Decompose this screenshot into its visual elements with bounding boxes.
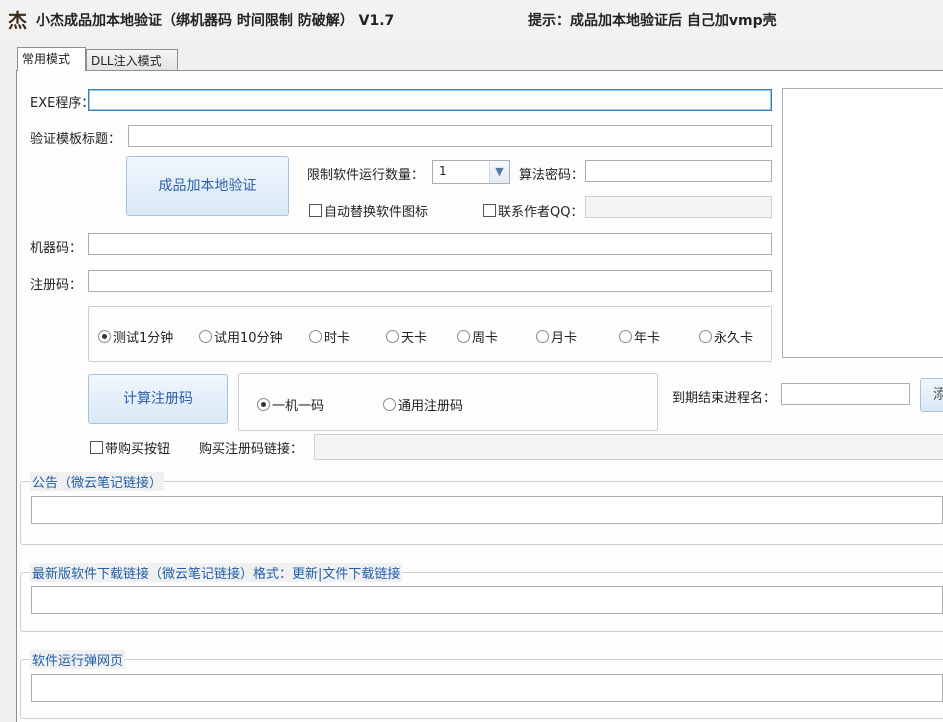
- radio-dot[interactable]: [386, 330, 399, 343]
- radio-label: 通用注册码: [398, 399, 464, 414]
- contact-qq-checkbox-label: 联系作者QQ：: [498, 205, 584, 220]
- radio-universal-code[interactable]: 通用注册码: [383, 395, 463, 414]
- purchase-link-field[interactable]: [314, 434, 943, 460]
- template-title-field[interactable]: [128, 125, 772, 147]
- chevron-down-icon[interactable]: ▼: [489, 161, 509, 183]
- popup-group-title: 软件运行弹网页: [30, 650, 126, 669]
- run-limit-label: 限制软件运行数量：: [307, 168, 425, 183]
- auto-icon-checkbox-box[interactable]: [309, 204, 322, 217]
- hint-text: 提示：成品加本地验证后 自己加vmp壳: [528, 13, 777, 29]
- calc-reg-code-button[interactable]: 计算注册码: [88, 374, 228, 424]
- radio-one-machine-one-code[interactable]: 一机一码: [257, 395, 324, 414]
- algo-password-field[interactable]: [585, 160, 772, 182]
- tab-dll-inject-mode[interactable]: DLL注入模式: [86, 49, 178, 70]
- machine-code-label: 机器码：: [30, 241, 83, 256]
- run-limit-select[interactable]: 1 ▼: [432, 160, 510, 184]
- radio-dot[interactable]: [98, 330, 111, 343]
- auto-icon-checkbox[interactable]: 自动替换软件图标: [309, 201, 428, 220]
- app-icon: 杰: [8, 10, 28, 32]
- template-title-label: 验证模板标题：: [30, 132, 122, 147]
- popup-url-field[interactable]: [31, 674, 943, 702]
- download-group-title: 最新版软件下载链接（微云笔记链接）格式：更新|文件下载链接: [30, 563, 403, 582]
- exe-label: EXE程序：: [30, 96, 95, 111]
- radio-label: 天卡: [401, 331, 428, 346]
- radio-dot[interactable]: [309, 330, 322, 343]
- verify-button[interactable]: 成品加本地验证: [126, 156, 289, 216]
- add-button[interactable]: 添: [920, 378, 943, 412]
- algo-password-label: 算法密码：: [519, 168, 585, 183]
- reg-code-field[interactable]: [88, 270, 772, 292]
- radio-label: 时卡: [324, 331, 351, 346]
- contact-qq-checkbox[interactable]: 联系作者QQ：: [483, 201, 583, 220]
- preview-pane: [782, 88, 943, 358]
- radio-label: 永久卡: [714, 331, 754, 346]
- auto-icon-checkbox-label: 自动替换软件图标: [324, 205, 429, 220]
- reg-code-label: 注册码：: [30, 278, 83, 293]
- run-limit-value: 1: [439, 164, 447, 178]
- download-link-field[interactable]: [31, 586, 943, 614]
- radio-month-card[interactable]: 月卡: [536, 327, 577, 346]
- notice-group-title: 公告（微云笔记链接）: [30, 472, 165, 491]
- radio-week-card[interactable]: 周卡: [457, 327, 498, 346]
- radio-test-1min[interactable]: 测试1分钟: [98, 327, 173, 346]
- radio-dot[interactable]: [257, 398, 270, 411]
- title-bar: 杰 小杰成品加本地验证（绑机器码 时间限制 防破解） V1.7 提示：成品加本地…: [0, 0, 943, 40]
- radio-label: 测试1分钟: [113, 331, 174, 346]
- expire-process-label: 到期结束进程名：: [672, 391, 777, 406]
- radio-dot[interactable]: [619, 330, 632, 343]
- radio-dot[interactable]: [199, 330, 212, 343]
- tab-common-mode[interactable]: 常用模式: [17, 47, 86, 71]
- duration-group: [88, 306, 772, 362]
- expire-process-field[interactable]: [781, 383, 910, 405]
- radio-dot[interactable]: [383, 398, 396, 411]
- radio-trial-10min[interactable]: 试用10分钟: [199, 327, 283, 346]
- notice-link-field[interactable]: [31, 496, 943, 524]
- purchase-link-label: 购买注册码链接：: [199, 442, 304, 457]
- radio-label: 试用10分钟: [214, 331, 283, 346]
- radio-dot[interactable]: [699, 330, 712, 343]
- radio-label: 年卡: [634, 331, 661, 346]
- radio-label: 周卡: [472, 331, 499, 346]
- exe-path-field[interactable]: [88, 89, 772, 111]
- window-title: 小杰成品加本地验证（绑机器码 时间限制 防破解） V1.7: [36, 13, 395, 29]
- radio-permanent-card[interactable]: 永久卡: [699, 327, 753, 346]
- radio-day-card[interactable]: 天卡: [386, 327, 427, 346]
- radio-label: 月卡: [551, 331, 578, 346]
- radio-dot[interactable]: [457, 330, 470, 343]
- machine-code-field[interactable]: [88, 233, 772, 255]
- radio-year-card[interactable]: 年卡: [619, 327, 660, 346]
- radio-label: 一机一码: [272, 399, 325, 414]
- contact-qq-checkbox-box[interactable]: [483, 204, 496, 217]
- radio-hour-card[interactable]: 时卡: [309, 327, 350, 346]
- purchase-button-checkbox-label: 带购买按钮: [105, 442, 171, 457]
- radio-dot[interactable]: [536, 330, 549, 343]
- contact-qq-field[interactable]: [585, 196, 772, 218]
- purchase-button-checkbox-box[interactable]: [90, 441, 103, 454]
- purchase-button-checkbox[interactable]: 带购买按钮: [90, 438, 170, 457]
